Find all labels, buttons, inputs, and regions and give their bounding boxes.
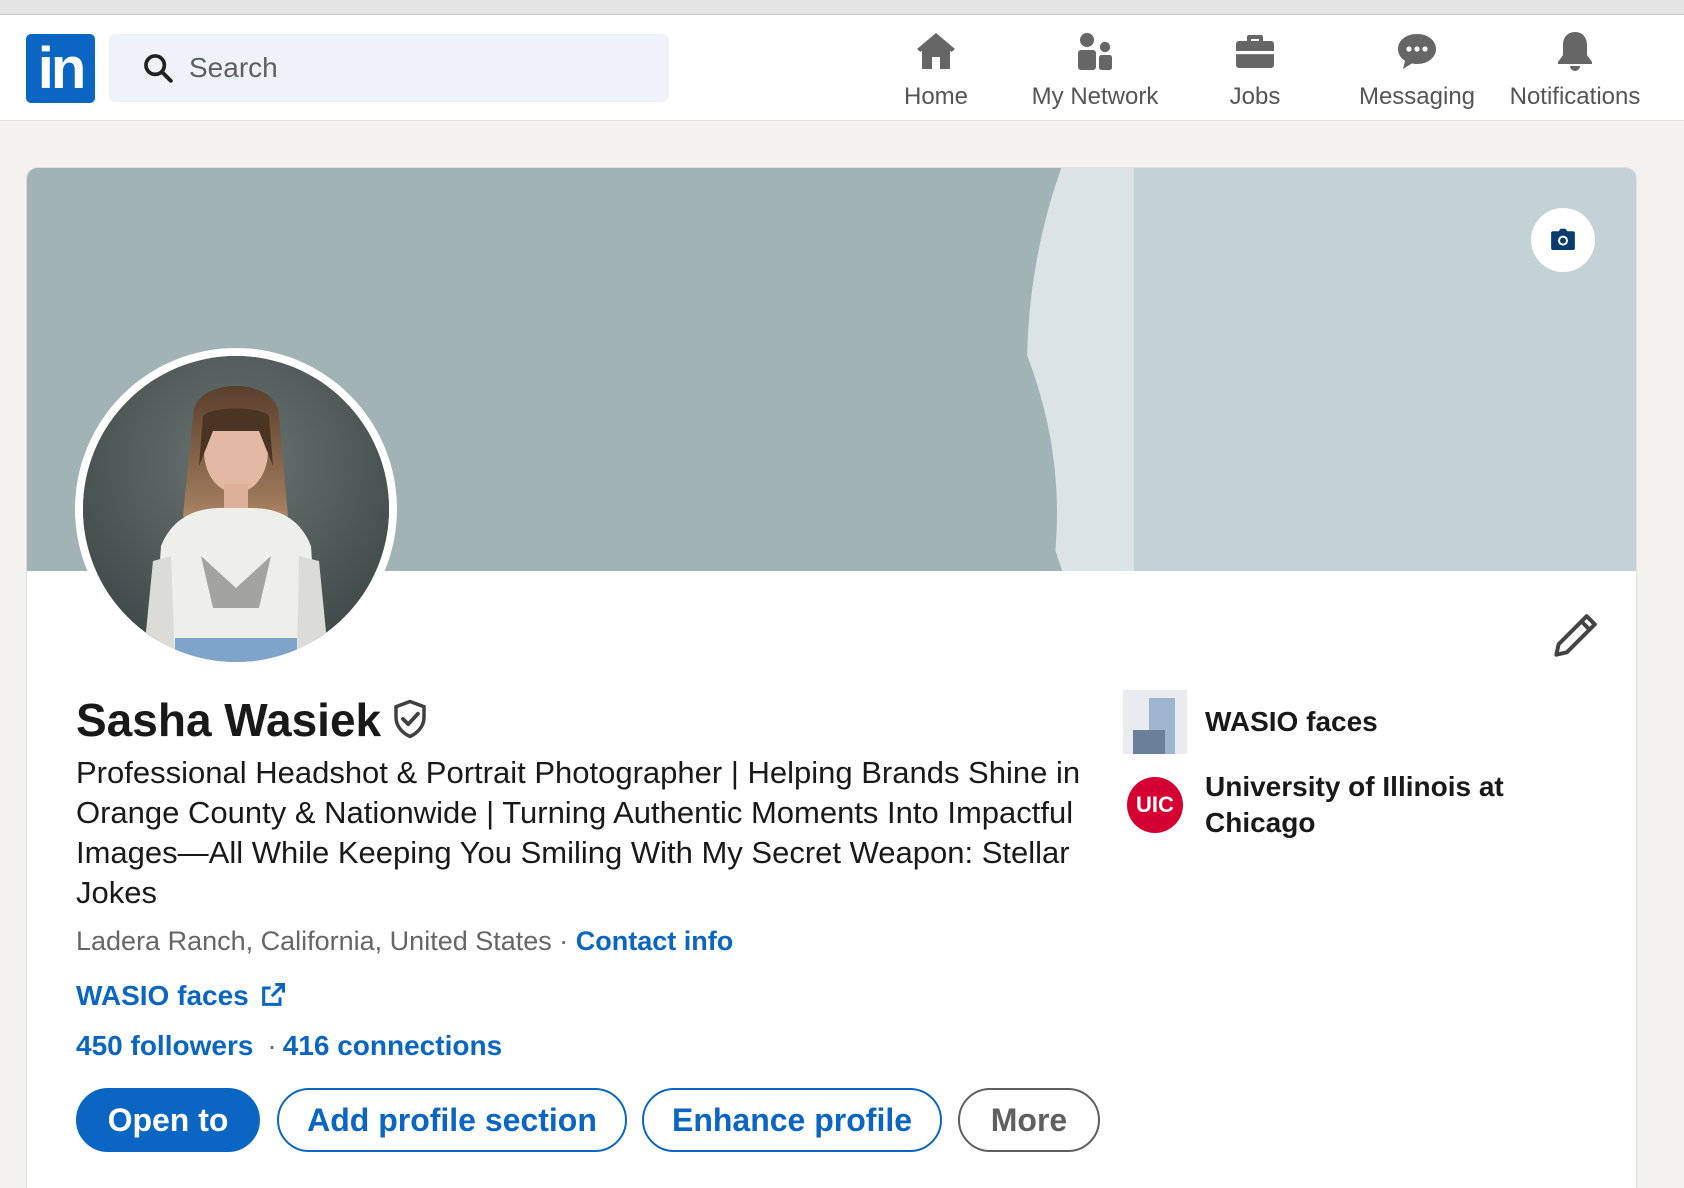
profile-card: Sasha Wasiek Professional Headshot & Por…: [26, 167, 1637, 1188]
open-to-button[interactable]: Open to: [76, 1088, 260, 1152]
school-logo: UIC: [1127, 777, 1183, 833]
current-company-item[interactable]: WASIO faces: [1123, 690, 1535, 754]
profile-headline: Professional Headshot & Portrait Photogr…: [76, 755, 1081, 910]
stats-separator: ·: [267, 1030, 277, 1061]
profile-stats: 450 followers · 416 connections: [76, 1030, 502, 1062]
nav-notifications-label: Notifications: [1509, 83, 1641, 110]
connections-link[interactable]: 416 connections: [283, 1030, 502, 1061]
website-link-label: WASIO faces: [76, 980, 249, 1011]
nav-home[interactable]: Home: [896, 27, 976, 115]
education-item[interactable]: UIC University of Illinois at Chicago: [1123, 769, 1535, 841]
bell-icon: [1558, 32, 1592, 71]
pencil-icon: [1554, 614, 1597, 657]
edit-intro-button[interactable]: [1547, 608, 1603, 664]
profile-photo-image: [83, 356, 389, 662]
enhance-profile-button[interactable]: Enhance profile: [642, 1088, 942, 1152]
nav-messaging-label: Messaging: [1358, 83, 1476, 110]
home-icon: [917, 33, 955, 69]
chat-icon: [1398, 34, 1436, 69]
network-icon: [1078, 33, 1112, 70]
external-link-icon: [261, 982, 285, 1006]
nav-jobs-label: Jobs: [1229, 83, 1281, 110]
location-separator: ·: [551, 926, 576, 956]
profile-photo[interactable]: [75, 348, 397, 670]
nav-my-network-label: My Network: [1031, 83, 1159, 110]
briefcase-icon: [1236, 35, 1274, 68]
profile-name: Sasha Wasiek: [76, 694, 382, 746]
contact-info-link[interactable]: Contact info: [576, 926, 733, 956]
portrait-illustration: [83, 356, 389, 662]
profile-location-row: Ladera Ranch, California, United States …: [76, 926, 733, 957]
camera-icon: [1551, 228, 1575, 250]
company-logo: [1123, 690, 1187, 754]
nav-jobs[interactable]: Jobs: [1220, 27, 1290, 115]
followers-link[interactable]: 450 followers: [76, 1030, 253, 1061]
verified-shield-icon[interactable]: [389, 698, 431, 740]
more-button[interactable]: More: [958, 1088, 1100, 1152]
browser-top-strip: [0, 0, 1684, 15]
search-box[interactable]: Search: [109, 34, 669, 102]
linkedin-logo[interactable]: in: [26, 34, 95, 103]
top-navbar: in Search Home My Network Jobs Messaging…: [0, 15, 1684, 121]
nav-my-network[interactable]: My Network: [1020, 27, 1170, 115]
nav-messaging[interactable]: Messaging: [1352, 27, 1482, 115]
website-link[interactable]: WASIO faces: [76, 980, 287, 1012]
add-profile-section-button[interactable]: Add profile section: [277, 1088, 627, 1152]
profile-location: Ladera Ranch, California, United States: [76, 926, 552, 956]
company-name: WASIO faces: [1205, 706, 1378, 737]
search-icon: [144, 54, 173, 83]
school-name: University of Illinois at Chicago: [1205, 771, 1504, 838]
search-input[interactable]: Search: [189, 34, 278, 102]
edit-banner-button[interactable]: [1531, 208, 1595, 272]
nav-notifications[interactable]: Notifications: [1502, 27, 1648, 115]
nav-home-label: Home: [903, 83, 969, 110]
